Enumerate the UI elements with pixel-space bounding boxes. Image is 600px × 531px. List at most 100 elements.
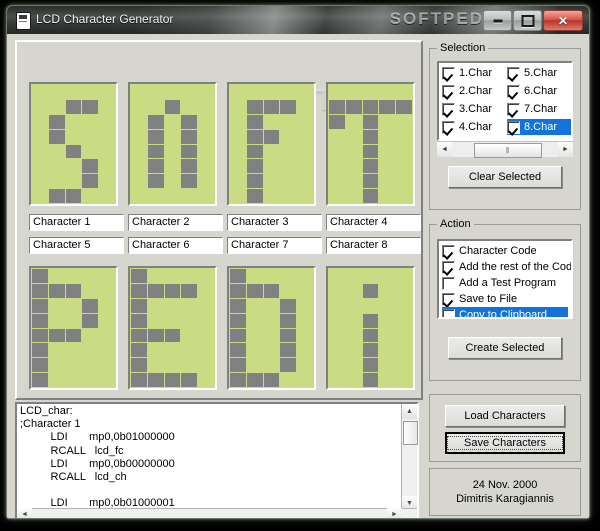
lcd-pixel-2-4-4[interactable] — [198, 144, 214, 159]
title-bar[interactable]: SOFTPEDIA LCD Character Generator ✕ — [7, 6, 589, 35]
lcd-pixel-7-4-4[interactable] — [297, 328, 313, 343]
lcd-pixel-3-0-3[interactable] — [280, 85, 297, 99]
lcd-pixel-5-0-2[interactable] — [65, 269, 82, 283]
save-characters-button[interactable]: Save Characters — [445, 432, 565, 454]
lcd-pixel-8-6-1[interactable] — [345, 358, 362, 373]
lcd-pixel-6-3-2[interactable] — [164, 313, 181, 328]
checkbox-icon[interactable] — [442, 260, 455, 274]
lcd-pixel-5-2-0[interactable] — [32, 298, 48, 313]
lcd-pixel-5-6-2[interactable] — [65, 358, 82, 373]
lcd-pixel-2-5-4[interactable] — [198, 159, 214, 174]
lcd-pixel-4-5-0[interactable] — [329, 159, 345, 174]
lcd-pixel-7-2-3[interactable] — [280, 298, 297, 313]
lcd-pixel-2-0-0[interactable] — [131, 85, 147, 99]
lcd-pixel-3-7-1[interactable] — [246, 189, 263, 203]
lcd-pixel-8-0-3[interactable] — [379, 269, 396, 283]
lcd-pixel-5-2-2[interactable] — [65, 298, 82, 313]
code-horizontal-scrollbar[interactable]: ◄ ► — [17, 508, 417, 518]
character-name-input-7[interactable]: Character 7 — [227, 237, 322, 254]
lcd-pixel-3-6-2[interactable] — [263, 174, 280, 189]
lcd-pixel-4-2-2[interactable] — [362, 114, 379, 129]
lcd-pixel-4-0-0[interactable] — [329, 85, 345, 99]
lcd-pixel-8-2-0[interactable] — [329, 298, 345, 313]
lcd-pixel-4-0-1[interactable] — [345, 85, 362, 99]
lcd-pixel-4-2-4[interactable] — [396, 114, 412, 129]
lcd-pixel-1-3-1[interactable] — [48, 129, 65, 144]
lcd-pixel-3-4-4[interactable] — [297, 144, 313, 159]
lcd-pixel-5-1-1[interactable] — [48, 283, 65, 298]
lcd-pixel-6-6-1[interactable] — [147, 358, 164, 373]
lcd-pixel-1-5-0[interactable] — [32, 159, 48, 174]
lcd-pixel-8-2-4[interactable] — [396, 298, 412, 313]
lcd-pixel-3-5-1[interactable] — [246, 159, 263, 174]
lcd-pixel-5-7-3[interactable] — [82, 373, 99, 387]
lcd-pixel-1-1-1[interactable] — [48, 99, 65, 114]
lcd-pixel-7-1-1[interactable] — [246, 283, 263, 298]
lcd-pixel-8-3-4[interactable] — [396, 313, 412, 328]
lcd-pixel-8-3-2[interactable] — [362, 313, 379, 328]
selection-item-8[interactable]: 8.Char — [507, 119, 571, 135]
checkbox-icon[interactable] — [507, 120, 520, 134]
lcd-pixel-4-3-3[interactable] — [379, 129, 396, 144]
lcd-pixel-2-3-1[interactable] — [147, 129, 164, 144]
selection-scroll-thumb[interactable]: ‖ — [474, 143, 542, 158]
lcd-pixel-7-5-1[interactable] — [246, 343, 263, 358]
lcd-pixel-4-1-1[interactable] — [345, 99, 362, 114]
lcd-pixel-1-1-2[interactable] — [65, 99, 82, 114]
selection-item-5[interactable]: 5.Char — [507, 65, 571, 81]
lcd-pixel-7-4-1[interactable] — [246, 328, 263, 343]
lcd-pixel-4-6-2[interactable] — [362, 174, 379, 189]
lcd-pixel-4-1-3[interactable] — [379, 99, 396, 114]
lcd-pixel-4-7-2[interactable] — [362, 189, 379, 203]
lcd-pixel-2-1-1[interactable] — [147, 99, 164, 114]
lcd-pixel-7-0-0[interactable] — [230, 269, 246, 283]
lcd-pixel-1-7-1[interactable] — [48, 189, 65, 203]
lcd-pixel-6-7-0[interactable] — [131, 373, 147, 387]
lcd-pixel-7-6-4[interactable] — [297, 358, 313, 373]
lcd-pixel-7-3-4[interactable] — [297, 313, 313, 328]
action-item-5[interactable]: Copy to Clipboard — [442, 307, 568, 317]
lcd-pixel-2-6-1[interactable] — [147, 174, 164, 189]
lcd-pixel-6-0-3[interactable] — [181, 269, 198, 283]
action-item-2[interactable]: Add the rest of the Code — [442, 259, 571, 275]
lcd-pixel-4-7-3[interactable] — [379, 189, 396, 203]
lcd-pixel-6-1-1[interactable] — [147, 283, 164, 298]
lcd-pixel-2-5-0[interactable] — [131, 159, 147, 174]
lcd-pixel-4-2-1[interactable] — [345, 114, 362, 129]
lcd-pixel-5-0-4[interactable] — [99, 269, 115, 283]
lcd-pixel-4-0-2[interactable] — [362, 85, 379, 99]
lcd-pixel-1-4-0[interactable] — [32, 144, 48, 159]
lcd-pixel-5-7-0[interactable] — [32, 373, 48, 387]
lcd-pixel-2-4-0[interactable] — [131, 144, 147, 159]
lcd-pixel-8-4-4[interactable] — [396, 328, 412, 343]
code-scroll-left-button[interactable]: ◄ — [17, 508, 32, 518]
lcd-pixel-5-4-2[interactable] — [65, 328, 82, 343]
lcd-pixel-6-2-1[interactable] — [147, 298, 164, 313]
lcd-pixel-2-1-4[interactable] — [198, 99, 214, 114]
lcd-character-grid-8[interactable] — [326, 266, 415, 390]
lcd-pixel-8-0-4[interactable] — [396, 269, 412, 283]
lcd-pixel-6-6-4[interactable] — [198, 358, 214, 373]
lcd-pixel-2-7-4[interactable] — [198, 189, 214, 203]
lcd-pixel-3-1-0[interactable] — [230, 99, 246, 114]
lcd-pixel-3-2-2[interactable] — [263, 114, 280, 129]
lcd-pixel-2-1-3[interactable] — [181, 99, 198, 114]
lcd-pixel-5-3-0[interactable] — [32, 313, 48, 328]
lcd-pixel-8-7-3[interactable] — [379, 373, 396, 387]
lcd-pixel-6-0-1[interactable] — [147, 269, 164, 283]
lcd-pixel-4-0-4[interactable] — [396, 85, 412, 99]
lcd-pixel-6-2-4[interactable] — [198, 298, 214, 313]
lcd-pixel-3-2-4[interactable] — [297, 114, 313, 129]
lcd-pixel-1-5-1[interactable] — [48, 159, 65, 174]
lcd-pixel-8-5-1[interactable] — [345, 343, 362, 358]
lcd-pixel-7-3-1[interactable] — [246, 313, 263, 328]
lcd-pixel-5-3-3[interactable] — [82, 313, 99, 328]
selection-item-7[interactable]: 7.Char — [507, 101, 571, 117]
lcd-pixel-3-1-4[interactable] — [297, 99, 313, 114]
lcd-pixel-4-6-4[interactable] — [396, 174, 412, 189]
lcd-pixel-2-7-0[interactable] — [131, 189, 147, 203]
lcd-pixel-7-6-1[interactable] — [246, 358, 263, 373]
lcd-pixel-4-3-4[interactable] — [396, 129, 412, 144]
lcd-pixel-2-4-1[interactable] — [147, 144, 164, 159]
lcd-pixel-4-6-3[interactable] — [379, 174, 396, 189]
